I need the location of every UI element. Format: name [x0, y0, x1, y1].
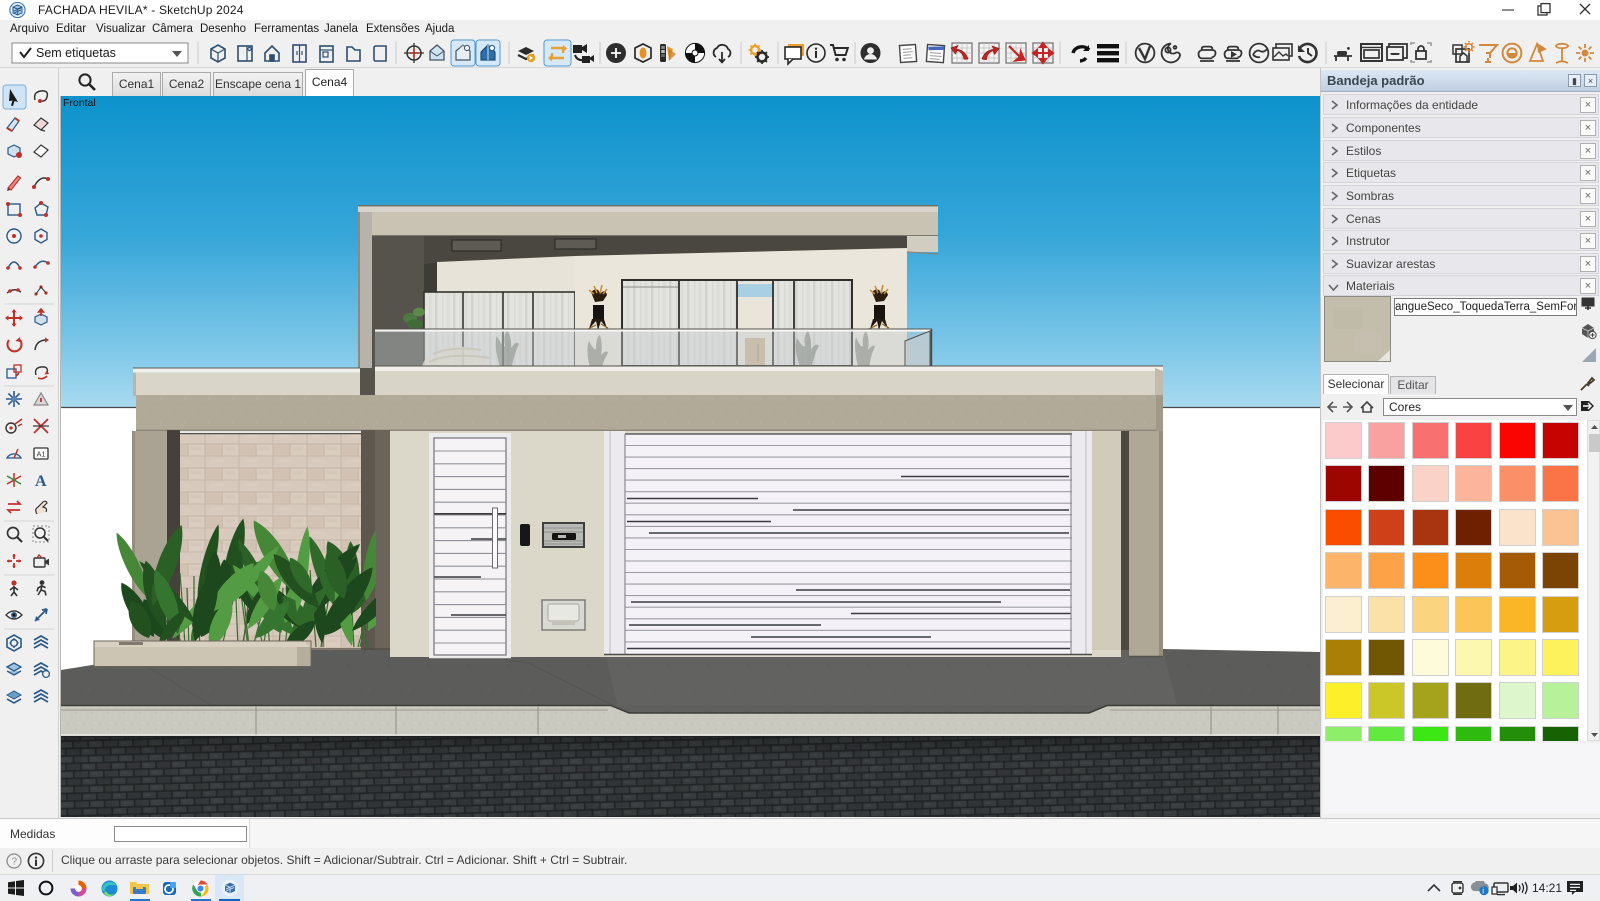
svg-text:Frontal: Frontal [63, 97, 96, 109]
svg-text:i: i [1482, 887, 1484, 896]
svg-text:Sem etiquetas: Sem etiquetas [36, 46, 116, 60]
svg-text:A: A [35, 473, 47, 490]
svg-text:?: ? [12, 857, 18, 868]
svg-text:A1: A1 [37, 450, 46, 459]
